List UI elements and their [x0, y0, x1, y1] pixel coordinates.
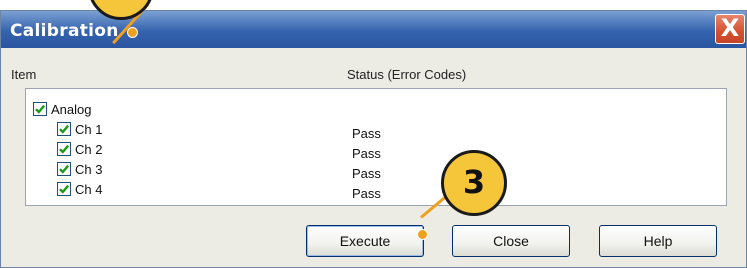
column-header-status: Status (Error Codes)	[347, 67, 467, 82]
tree-label-ch2: Ch 2	[75, 142, 103, 157]
execute-button[interactable]: Execute	[306, 225, 424, 257]
status-ch1: Pass	[352, 126, 381, 141]
status-ch3: Pass	[352, 166, 381, 181]
checkbox-ch4[interactable]	[57, 182, 71, 196]
tree-row-ch4[interactable]: Ch 4 Pass	[57, 181, 717, 201]
help-button[interactable]: Help	[599, 225, 717, 257]
status-ch4: Pass	[352, 186, 381, 201]
status-ch2: Pass	[352, 146, 381, 161]
checkmark-icon	[59, 144, 70, 154]
checkbox-analog[interactable]	[33, 102, 47, 116]
tree-label-analog: Analog	[51, 102, 92, 117]
checkbox-ch2[interactable]	[57, 142, 71, 156]
calibration-tree[interactable]: Analog Ch 1 Pass Ch 2 Pass Ch 3 Pass Ch …	[25, 88, 727, 206]
dialog-title: Calibration	[10, 21, 119, 41]
calibration-dialog: Calibration X Item Status (Error Codes) …	[0, 10, 747, 268]
callout-pointer-dot	[417, 229, 428, 240]
checkmark-icon	[59, 124, 70, 134]
column-header-item: Item	[11, 67, 37, 82]
tree-row-ch2[interactable]: Ch 2 Pass	[57, 141, 717, 161]
tree-label-ch3: Ch 3	[75, 162, 103, 177]
callout-pointer-dot	[127, 27, 138, 38]
close-button[interactable]: Close	[452, 225, 570, 257]
checkbox-ch3[interactable]	[57, 162, 71, 176]
tree-row-ch1[interactable]: Ch 1 Pass	[57, 121, 717, 141]
tree-row-ch3[interactable]: Ch 3 Pass	[57, 161, 717, 181]
step-3-callout: 3	[441, 150, 507, 216]
tree-label-ch1: Ch 1	[75, 122, 103, 137]
checkbox-ch1[interactable]	[57, 122, 71, 136]
tree-label-ch4: Ch 4	[75, 182, 103, 197]
checkmark-icon	[59, 184, 70, 194]
checkmark-icon	[59, 164, 70, 174]
close-icon[interactable]: X	[715, 14, 745, 44]
checkmark-icon	[35, 104, 46, 114]
